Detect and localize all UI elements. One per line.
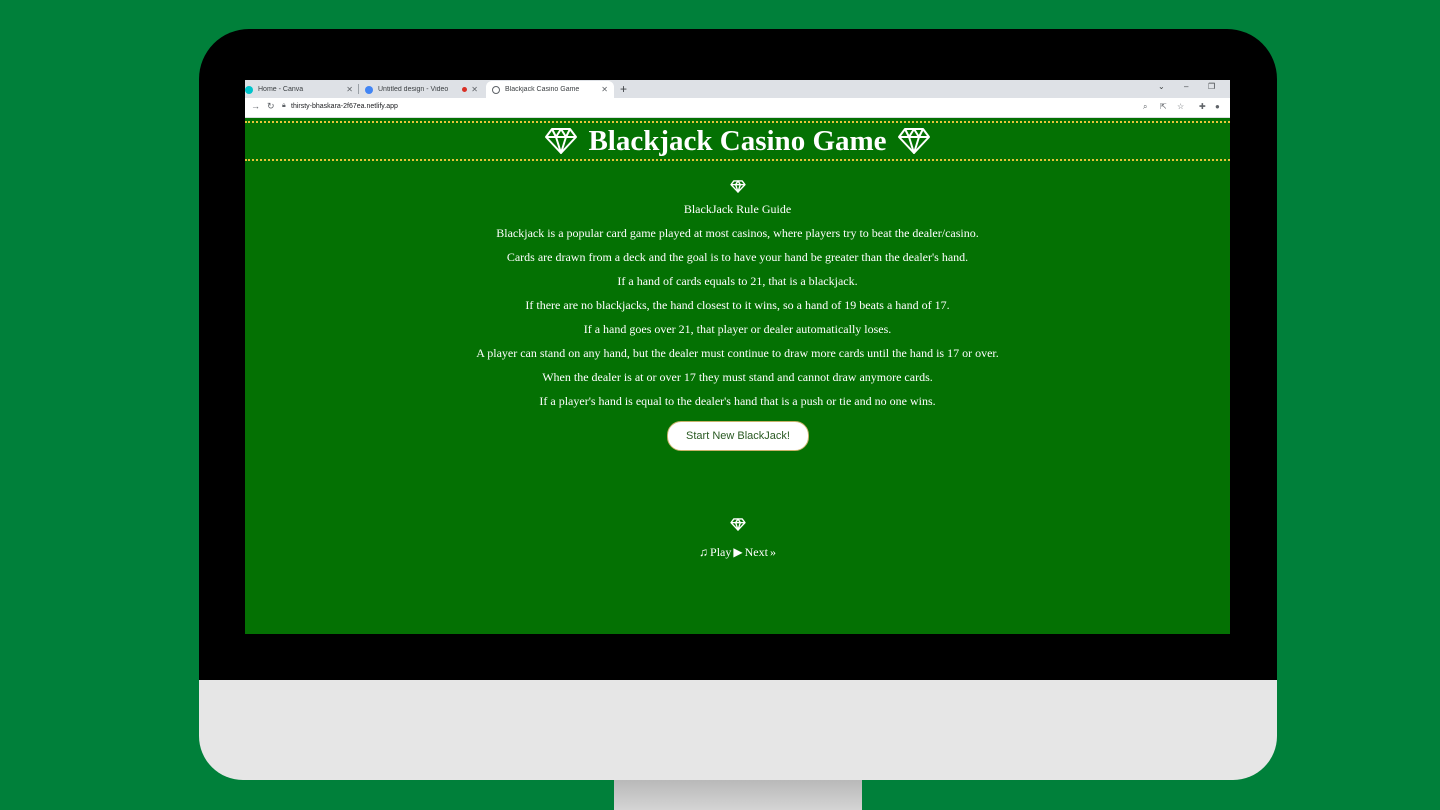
double-chevron-right-icon: » (769, 545, 776, 559)
url-field[interactable]: thirsty-bhaskara-2f67ea.netlify.app (291, 103, 398, 110)
reload-icon[interactable]: ↻ (267, 101, 275, 112)
play-icon: ▶ (733, 545, 743, 559)
tab-search-icon[interactable]: ⌄ (1158, 82, 1165, 91)
page-title: Blackjack Casino Game (588, 124, 887, 157)
address-bar: → ↻ 🔒︎ thirsty-bhaskara-2f67ea.netlify.a… (245, 98, 1230, 118)
play-label: Play (710, 545, 732, 559)
rule-text: When the dealer is at or over 17 they mu… (542, 370, 933, 384)
rule-text: A player can stand on any hand, but the … (476, 346, 999, 360)
screen: Home - Canva ✕ Untitled design - Video ✕… (245, 80, 1230, 634)
media-controls: ♫ Play ▶ Next » (245, 545, 1230, 560)
monitor-stand (614, 780, 862, 810)
next-label: Next (744, 545, 768, 559)
page-header: Blackjack Casino Game (245, 121, 1230, 161)
tab-title: Blackjack Casino Game (505, 86, 580, 93)
tab-title: Untitled design - Video (378, 86, 449, 93)
rule-text: If a hand goes over 21, that player or d… (583, 322, 892, 336)
recording-icon (462, 87, 468, 92)
rule-text: If a player's hand is equal to the deale… (539, 394, 936, 408)
extensions-icon[interactable]: ✚ (1199, 102, 1206, 111)
browser-tab-bar: Home - Canva ✕ Untitled design - Video ✕… (245, 80, 1230, 98)
rule-text: If a hand of cards equals to 21, that is… (617, 274, 858, 288)
new-tab-button[interactable]: + (620, 82, 627, 96)
next-button[interactable]: ▶ Next » (733, 545, 776, 560)
start-new-blackjack-button[interactable]: Start New BlackJack! (667, 421, 809, 451)
tab-blackjack-casino-game[interactable]: Blackjack Casino Game ✕ (486, 81, 614, 98)
monitor-chin (199, 680, 1277, 780)
lock-icon[interactable]: 🔒︎ (282, 102, 286, 110)
restore-icon[interactable]: ❐ (1208, 82, 1215, 91)
diamond-icon (897, 127, 931, 155)
close-icon[interactable]: ✕ (471, 85, 478, 94)
forward-icon[interactable]: → (251, 101, 260, 111)
rule-text: Blackjack is a popular card game played … (496, 226, 979, 240)
close-icon[interactable]: ✕ (346, 85, 353, 94)
rules-title: BlackJack Rule Guide (683, 202, 792, 216)
canva-favicon-icon (245, 85, 253, 94)
tab-untitled-design[interactable]: Untitled design - Video ✕ (359, 81, 484, 98)
tab-home-canva[interactable]: Home - Canva ✕ (245, 81, 359, 98)
music-note-icon: ♫ (699, 545, 709, 559)
rule-text: Cards are drawn from a deck and the goal… (506, 250, 969, 264)
diamond-icon (730, 518, 746, 536)
google-favicon-icon (365, 85, 373, 94)
star-icon[interactable]: ☆ (1177, 102, 1184, 111)
close-icon[interactable]: ✕ (601, 85, 608, 94)
play-button[interactable]: ♫ Play (699, 545, 731, 560)
rule-text: If there are no blackjacks, the hand clo… (525, 298, 950, 312)
share-icon[interactable]: ⇱ (1160, 102, 1167, 111)
diamond-icon (544, 127, 578, 155)
zoom-icon[interactable]: ⌕ (1143, 102, 1147, 112)
minimize-icon[interactable]: – (1184, 82, 1188, 91)
profile-icon[interactable]: ● (1215, 102, 1220, 111)
globe-favicon-icon (492, 85, 500, 94)
diamond-icon (730, 180, 746, 198)
tab-title: Home - Canva (258, 86, 304, 93)
page-content: Blackjack Casino Game BlackJack Rule Gui… (245, 118, 1230, 634)
